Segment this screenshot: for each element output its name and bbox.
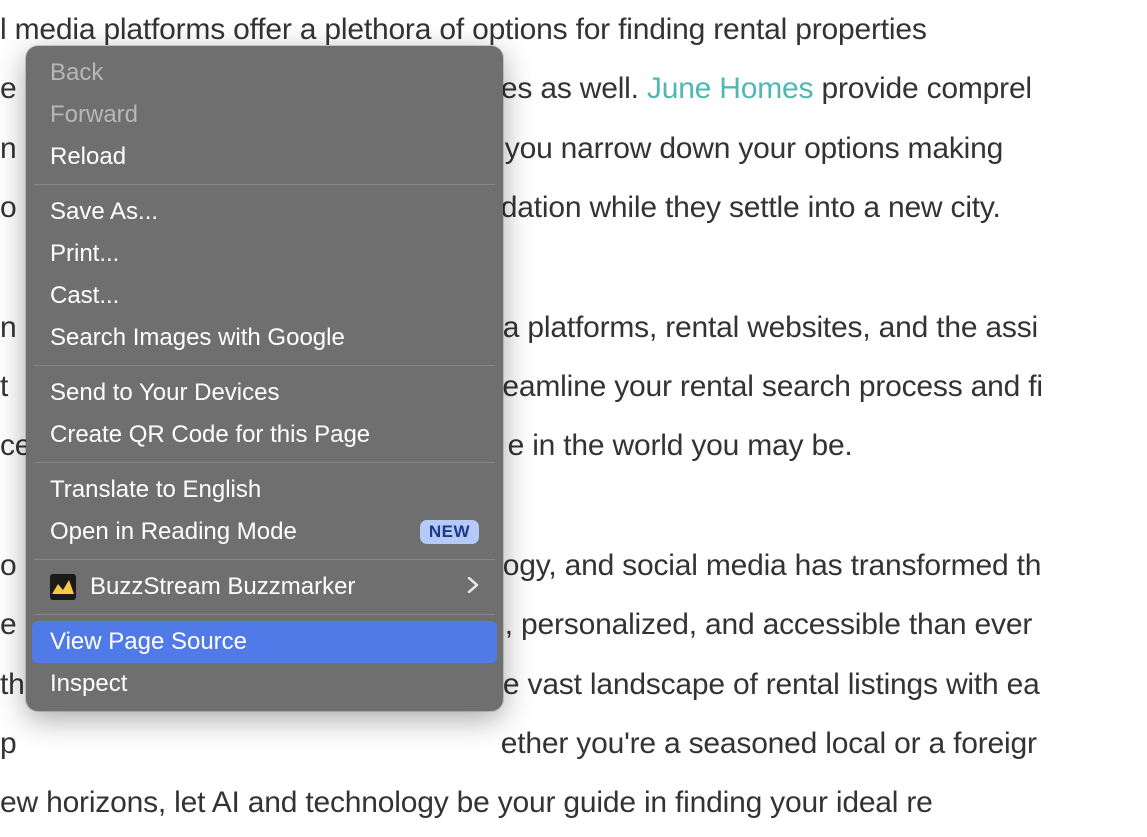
menu-back[interactable]: Back (32, 52, 497, 94)
menu-divider (34, 462, 495, 463)
menu-divider (34, 184, 495, 185)
article-text: a platforms, rental websites, and the as… (503, 311, 1038, 344)
menu-label: Translate to English (50, 476, 479, 504)
menu-label: Search Images with Google (50, 324, 479, 352)
chevron-right-icon (467, 576, 479, 599)
article-text: tes as well. (493, 72, 647, 105)
menu-label: Open in Reading Mode (50, 518, 410, 546)
article-text: n (0, 132, 17, 165)
menu-forward[interactable]: Forward (32, 94, 497, 136)
menu-label: Save As... (50, 198, 479, 226)
menu-buzzstream[interactable]: BuzzStream Buzzmarker (32, 566, 497, 608)
menu-view-page-source[interactable]: View Page Source (32, 621, 497, 663)
article-text: provide comprel (813, 72, 1032, 105)
article-text: e (0, 608, 17, 641)
article-text: th (0, 668, 25, 701)
menu-label: Print... (50, 240, 479, 268)
menu-cast[interactable]: Cast... (32, 275, 497, 317)
menu-reading-mode[interactable]: Open in Reading Mode NEW (32, 511, 497, 553)
article-text: o (0, 191, 17, 224)
menu-reload[interactable]: Reload (32, 136, 497, 178)
article-text: e in the world you may be. (508, 429, 853, 462)
menu-translate[interactable]: Translate to English (32, 469, 497, 511)
article-text: eamline your rental search process and f… (502, 370, 1042, 403)
article-text: ew horizons, let AI and technology be yo… (0, 786, 933, 819)
menu-label: BuzzStream Buzzmarker (90, 573, 467, 601)
menu-label: View Page Source (50, 628, 479, 656)
menu-label: Reload (50, 143, 479, 171)
menu-inspect[interactable]: Inspect (32, 663, 497, 705)
menu-send-to-devices[interactable]: Send to Your Devices (32, 372, 497, 414)
menu-divider (34, 559, 495, 560)
menu-divider (34, 365, 495, 366)
article-text: e (0, 72, 17, 105)
article-text: t (0, 370, 8, 403)
new-badge: NEW (420, 520, 479, 544)
article-text: ogy, and social media has transformed th (503, 549, 1041, 582)
menu-search-images[interactable]: Search Images with Google (32, 317, 497, 359)
june-homes-link[interactable]: June Homes (647, 72, 813, 105)
article-text: n (0, 311, 17, 344)
menu-label: Inspect (50, 670, 479, 698)
menu-label: Send to Your Devices (50, 379, 479, 407)
article-text: e vast landscape of rental listings with… (503, 668, 1040, 701)
menu-label: Forward (50, 101, 479, 129)
menu-divider (34, 614, 495, 615)
article-text: p (0, 727, 17, 760)
menu-print[interactable]: Print... (32, 233, 497, 275)
menu-create-qr[interactable]: Create QR Code for this Page (32, 414, 497, 456)
article-text: o (0, 549, 17, 582)
menu-label: Create QR Code for this Page (50, 421, 479, 449)
context-menu: Back Forward Reload Save As... Print... … (26, 46, 503, 711)
article-text: ether you're a seasoned local or a forei… (501, 727, 1037, 760)
buzzstream-icon (50, 574, 76, 600)
menu-label: Cast... (50, 282, 479, 310)
article-text: , personalized, and accessible than ever (505, 608, 1032, 641)
article-text: you narrow down your options making (505, 132, 1003, 165)
article-text: l media platforms offer a plethora of op… (0, 13, 927, 46)
menu-label: Back (50, 59, 479, 87)
menu-save-as[interactable]: Save As... (32, 191, 497, 233)
article-text: dation while they settle into a new city… (501, 191, 1001, 224)
